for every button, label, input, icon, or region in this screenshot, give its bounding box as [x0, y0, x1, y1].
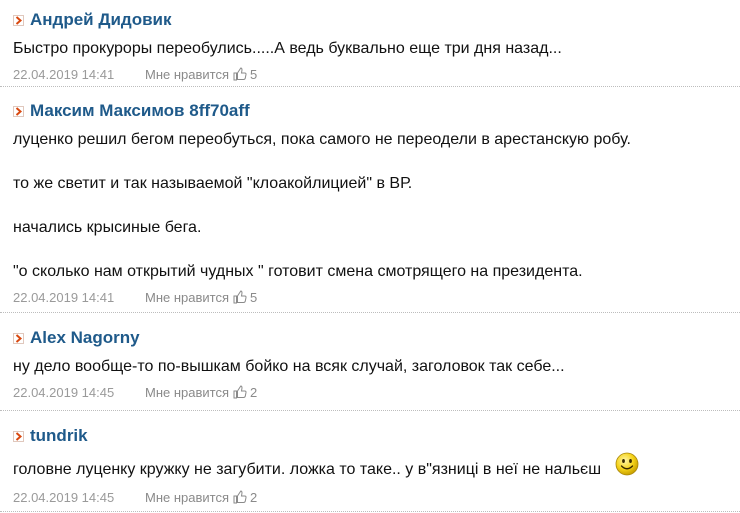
like-button[interactable]: Мне нравится [145, 290, 229, 305]
comment-meta: 22.04.2019 14:41 Мне нравится 5 [0, 285, 740, 309]
like-count: 2 [250, 384, 258, 400]
thumbs-up-icon[interactable] [233, 290, 247, 304]
comment-header: Андрей Дидовик [0, 0, 740, 33]
comment-item: Alex Nagorny ну дело вообще-то по-вышкам… [0, 313, 740, 411]
comment-paragraph: луценко решил бегом переобуться, пока са… [13, 131, 631, 148]
arrow-right-icon [13, 431, 24, 442]
comment-header: Alex Nagorny [0, 313, 740, 351]
comment-meta: 22.04.2019 14:41 Мне нравится 5 [0, 62, 740, 86]
smiley-icon [615, 452, 639, 476]
comment-item: tundrik головне луценку кружку не загуби… [0, 411, 740, 512]
author-link[interactable]: Андрей Дидовик [30, 10, 172, 30]
comment-text: Быстро прокуроры переобулись.....А ведь … [0, 38, 740, 59]
comment-item: Максим Максимов 8ff70aff луценко решил б… [0, 87, 740, 313]
arrow-right-icon [13, 333, 24, 344]
like-button[interactable]: Мне нравится [145, 67, 229, 82]
comment-paragraph: головне луценку кружку не загубити. ложк… [13, 452, 740, 482]
arrow-right-icon [13, 15, 24, 26]
comment-paragraph: "о сколько нам открытий чудных " готовит… [13, 263, 583, 280]
comment-date: 22.04.2019 14:41 [13, 289, 115, 305]
comment-paragraph: начались крысиные бега. [13, 219, 202, 236]
comment-text: головне луценку кружку не загубити. ложк… [0, 452, 740, 482]
comment-text: ну дело вообще-то по-вышкам бойко на вся… [0, 356, 740, 377]
like-button[interactable]: Мне нравится [145, 490, 229, 505]
comment-paragraph: Быстро прокуроры переобулись.....А ведь … [13, 40, 562, 57]
arrow-right-icon [13, 106, 24, 117]
like-count: 5 [250, 289, 258, 305]
author-link[interactable]: tundrik [30, 426, 88, 446]
like-count: 2 [250, 489, 258, 505]
comment-item: Андрей Дидовик Быстро прокуроры переобул… [0, 0, 740, 87]
comment-meta: 22.04.2019 14:45 Мне нравится 2 [0, 485, 740, 509]
comment-meta: 22.04.2019 14:45 Мне нравится 2 [0, 380, 740, 404]
comment-date: 22.04.2019 14:41 [13, 66, 115, 82]
comment-date: 22.04.2019 14:45 [13, 384, 115, 400]
author-link[interactable]: Alex Nagorny [30, 328, 140, 348]
like-count: 5 [250, 66, 258, 82]
comment-header: tundrik [0, 411, 740, 449]
comment-paragraph: то же светит и так называемой "клоакойли… [13, 175, 413, 192]
comments-list: Андрей Дидовик Быстро прокуроры переобул… [0, 0, 740, 512]
thumbs-up-icon[interactable] [233, 490, 247, 504]
thumbs-up-icon[interactable] [233, 67, 247, 81]
comment-paragraph: ну дело вообще-то по-вышкам бойко на вся… [13, 358, 565, 375]
comment-header: Максим Максимов 8ff70aff [0, 87, 740, 124]
like-button[interactable]: Мне нравится [145, 385, 229, 400]
comment-paragraph-text: головне луценку кружку не загубити. ложк… [13, 461, 602, 479]
comment-date: 22.04.2019 14:45 [13, 489, 115, 505]
author-link[interactable]: Максим Максимов 8ff70aff [30, 101, 250, 121]
thumbs-up-icon[interactable] [233, 385, 247, 399]
comment-text: луценко решил бегом переобуться, пока са… [0, 129, 740, 282]
